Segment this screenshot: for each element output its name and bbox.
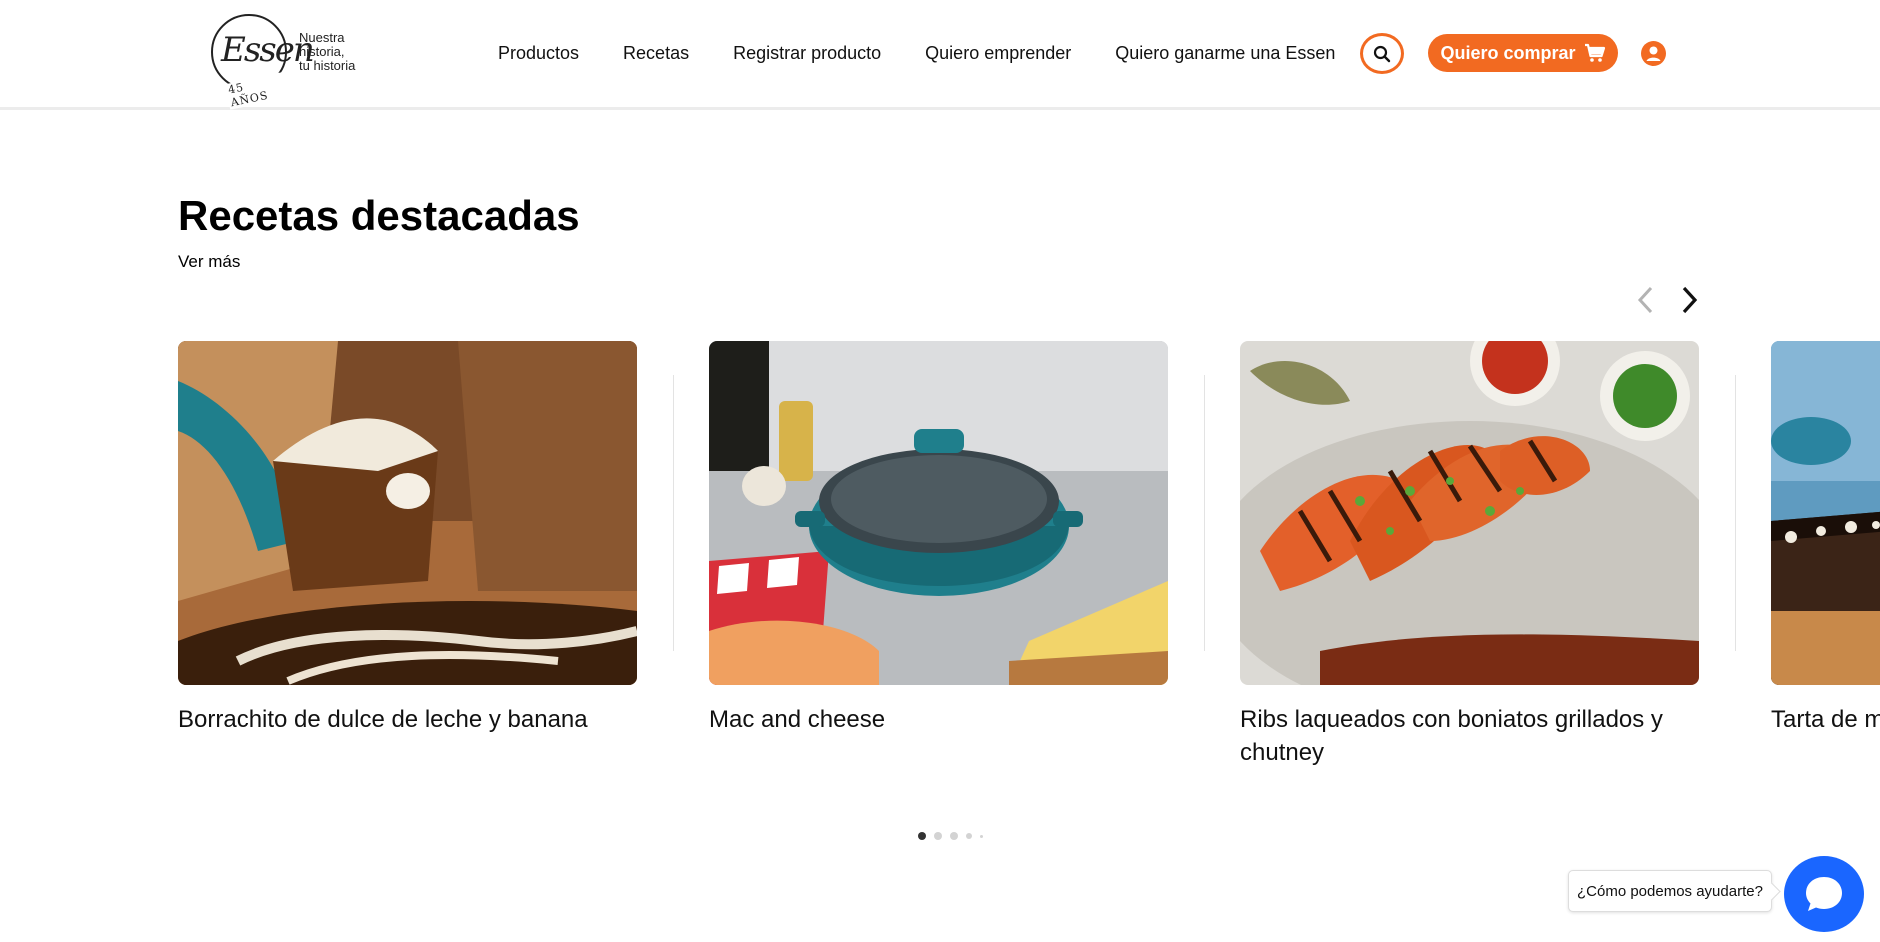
recipe-card[interactable]: Tarta de m rojos <box>1771 341 1880 736</box>
carousel-pagination <box>918 832 983 840</box>
nav-productos[interactable]: Productos <box>498 43 579 64</box>
teal-pot-with-cheese-photo[interactable] <box>709 341 1168 685</box>
pagination-dot[interactable] <box>980 834 983 838</box>
chat-button[interactable] <box>1784 856 1864 932</box>
help-bubble[interactable]: ¿Cómo podemos ayudarte? <box>1568 870 1772 912</box>
recipe-title[interactable]: Tarta de m rojos <box>1771 703 1880 736</box>
pagination-dot[interactable] <box>950 832 958 840</box>
nav-quiero-emprender[interactable]: Quiero emprender <box>925 43 1071 64</box>
see-more-link[interactable]: Ver más <box>178 252 240 272</box>
recipe-title[interactable]: Ribs laqueados con boniatos grillados y … <box>1240 703 1699 769</box>
chat-icon <box>1806 877 1842 911</box>
card-divider <box>1204 375 1205 651</box>
nav-quiero-ganarme-una-essen[interactable]: Quiero ganarme una Essen <box>1115 43 1335 64</box>
grilled-sweet-potatoes-photo[interactable] <box>1240 341 1699 685</box>
section-title: Recetas destacadas <box>178 192 580 239</box>
pagination-dot[interactable] <box>966 833 972 839</box>
site-header: Essen 45 AÑOS Nuestra historia, tu histo… <box>0 0 1880 110</box>
buy-button-label: Quiero comprar <box>1440 42 1576 63</box>
search-button[interactable] <box>1360 33 1404 74</box>
user-icon <box>1646 46 1661 61</box>
main-nav: Productos Recetas Registrar producto Qui… <box>498 0 1335 106</box>
user-account-button[interactable] <box>1641 41 1666 66</box>
card-divider <box>673 375 674 651</box>
tart-photo[interactable] <box>1771 341 1880 685</box>
recipe-title[interactable]: Borrachito de dulce de leche y banana <box>178 703 637 736</box>
logo-years: 45 AÑOS <box>224 72 288 110</box>
nav-recetas[interactable]: Recetas <box>623 43 689 64</box>
nav-registrar-producto[interactable]: Registrar producto <box>733 43 881 64</box>
chevron-right-icon <box>1682 286 1698 314</box>
logo-brand: Essen <box>221 30 315 70</box>
buy-button[interactable]: Quiero comprar <box>1428 34 1618 72</box>
recipe-card[interactable]: Mac and cheese <box>709 341 1168 736</box>
logo-badge: Essen 45 AÑOS <box>211 14 315 110</box>
pagination-dot-active[interactable] <box>918 832 926 840</box>
carousel-next-button[interactable] <box>1677 282 1703 318</box>
recipe-title[interactable]: Mac and cheese <box>709 703 1168 736</box>
pagination-dot[interactable] <box>934 832 942 840</box>
recipe-carousel: Borrachito de dulce de leche y banana Ma… <box>0 341 1880 781</box>
search-icon <box>1373 45 1391 62</box>
cart-icon <box>1584 43 1605 62</box>
dessert-on-spatula-photo[interactable] <box>178 341 637 685</box>
card-divider <box>1735 375 1736 651</box>
carousel-prev-button[interactable] <box>1632 282 1658 318</box>
essen-logo[interactable]: Essen 45 AÑOS Nuestra historia, tu histo… <box>211 14 369 110</box>
chevron-left-icon <box>1637 286 1653 314</box>
recipe-card[interactable]: Ribs laqueados con boniatos grillados y … <box>1240 341 1699 769</box>
recipe-card[interactable]: Borrachito de dulce de leche y banana <box>178 341 637 736</box>
